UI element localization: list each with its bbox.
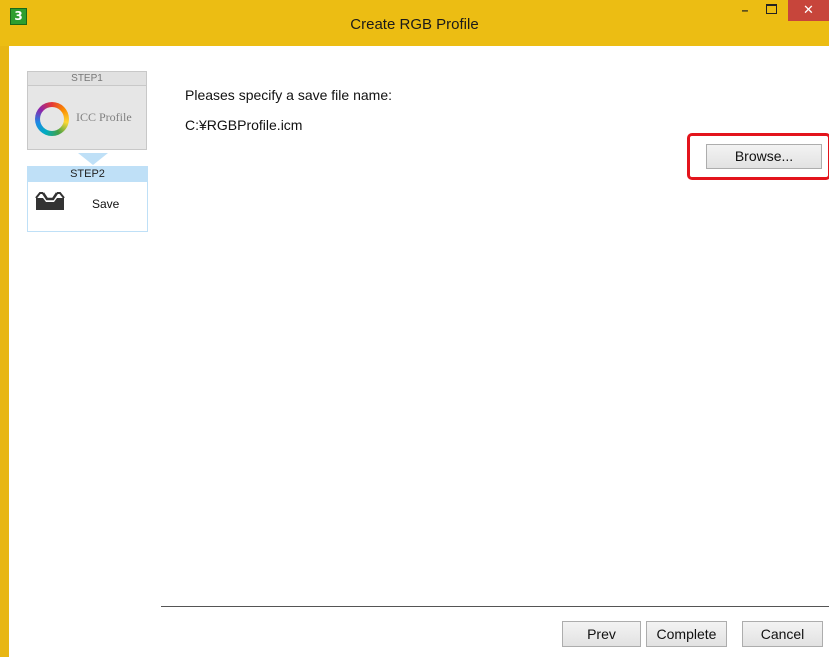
prev-button[interactable]: Prev — [562, 621, 641, 647]
divider — [161, 606, 829, 607]
title-bar: 3 Create RGB Profile – ✕ — [0, 0, 829, 46]
step2-body: Save — [27, 182, 148, 232]
maximize-button[interactable] — [758, 0, 784, 21]
step1-body: ICC Profile — [27, 85, 147, 150]
color-ring-icon — [35, 102, 69, 136]
step2-label: Save — [92, 197, 120, 211]
down-arrow-icon — [78, 153, 108, 165]
minimize-button[interactable]: – — [732, 0, 758, 21]
dialog-content: STEP1 ICC Profile STEP2 Save Pleases spe… — [9, 46, 829, 657]
step2-card[interactable]: STEP2 Save — [27, 166, 148, 232]
step2-header: STEP2 — [27, 166, 148, 182]
window: 3 Create RGB Profile – ✕ STEP1 ICC Profi… — [0, 0, 829, 657]
close-button[interactable]: ✕ — [788, 0, 829, 21]
cancel-button[interactable]: Cancel — [742, 621, 823, 647]
browse-button[interactable]: Browse... — [706, 144, 822, 169]
step1-header: STEP1 — [27, 71, 147, 85]
file-path: C:¥RGBProfile.icm — [185, 117, 303, 133]
save-tray-icon — [35, 192, 65, 210]
window-title: Create RGB Profile — [350, 16, 479, 33]
step-sidebar: STEP1 ICC Profile STEP2 Save — [27, 71, 148, 232]
step1-card[interactable]: STEP1 ICC Profile — [27, 71, 147, 150]
step1-label: ICC Profile — [76, 110, 132, 124]
complete-button[interactable]: Complete — [646, 621, 727, 647]
step-arrow — [27, 150, 147, 166]
maximize-icon — [765, 4, 777, 15]
save-prompt: Pleases specify a save file name: — [185, 87, 392, 103]
